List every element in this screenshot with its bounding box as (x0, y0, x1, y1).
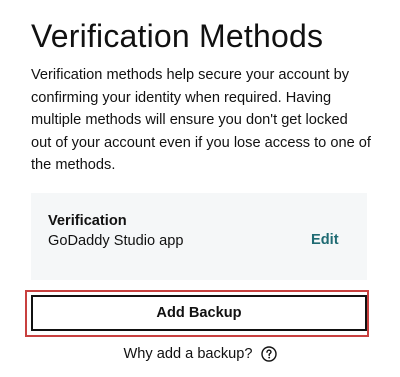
question-circle-icon[interactable] (260, 346, 277, 362)
add-backup-button[interactable]: Add Backup (31, 295, 367, 331)
why-add-backup-link[interactable]: Why add a backup? (124, 346, 253, 362)
method-type-label: Verification (48, 213, 127, 229)
page-description: Verification methods help secure your ac… (31, 67, 371, 173)
page-title: Verification Methods (31, 18, 324, 54)
method-name: GoDaddy Studio app (48, 233, 184, 249)
why-add-backup-row: Why add a backup? (0, 344, 400, 364)
verification-method-card: Verification GoDaddy Studio app Edit (31, 193, 367, 280)
verification-methods-page: Verification Methods Verification method… (0, 0, 400, 377)
edit-method-link[interactable]: Edit (311, 230, 339, 250)
